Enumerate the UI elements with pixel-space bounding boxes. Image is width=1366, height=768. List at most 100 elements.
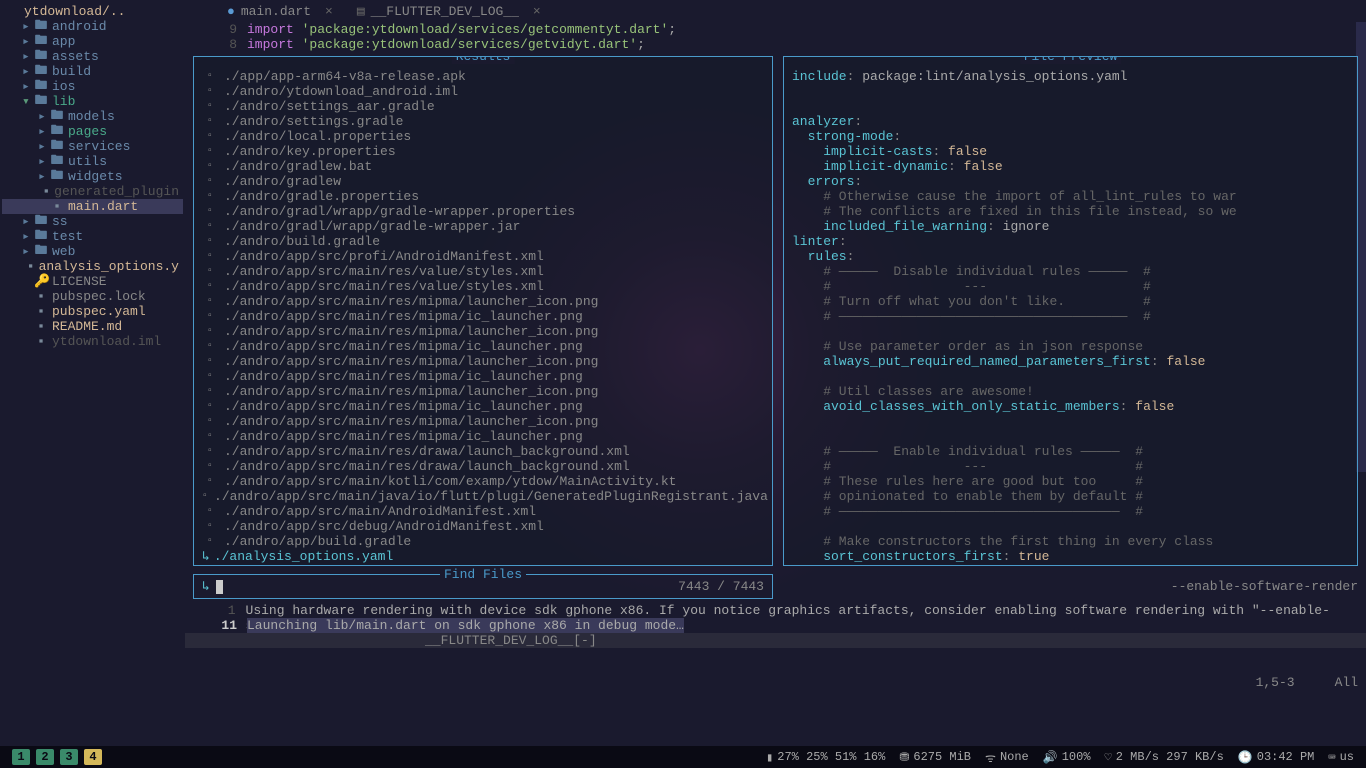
tree-file[interactable]: ▪analysis_options.y: [2, 259, 183, 274]
preview-line: always_put_required_named_parameters_fir…: [792, 354, 1349, 369]
statusbar: 1234 ▮27% 25% 51% 16% ⛃6275 MiB ᯤNone 🔊1…: [0, 746, 1366, 768]
result-item[interactable]: ▫./andro/app/src/main/res/value/styles.x…: [202, 279, 764, 294]
result-item[interactable]: ▫./andro/settings_aar.gradle: [202, 99, 764, 114]
preview-line: [792, 84, 1349, 99]
tree-file[interactable]: ▪pubspec.lock: [2, 289, 183, 304]
result-item[interactable]: ▫./andro/app/src/profi/AndroidManifest.x…: [202, 249, 764, 264]
result-item[interactable]: ▫./andro/app/src/main/res/mipma/ic_launc…: [202, 309, 764, 324]
result-item[interactable]: ▫./andro/gradlew: [202, 174, 764, 189]
result-item[interactable]: ▫./andro/app/src/main/AndroidManifest.xm…: [202, 504, 764, 519]
net-icon: ♡: [1105, 750, 1112, 765]
preview-line: # Turn off what you don't like. #: [792, 294, 1349, 309]
result-item[interactable]: ▫./andro/key.properties: [202, 144, 764, 159]
tree-folder[interactable]: ▾🖿lib: [2, 94, 183, 109]
result-item[interactable]: ▫./andro/app/src/main/res/value/styles.x…: [202, 264, 764, 279]
result-item[interactable]: ▫./andro/gradle.properties: [202, 189, 764, 204]
result-item[interactable]: ▫./app/app-arm64-v8a-release.apk: [202, 69, 764, 84]
tree-folder[interactable]: ▸🖿utils: [2, 154, 183, 169]
preview-line: # ————————————————————————————————————— …: [792, 309, 1349, 324]
tree-folder[interactable]: ▸🖿pages: [2, 124, 183, 139]
preview-line: implicit-casts: false: [792, 144, 1349, 159]
editor-content[interactable]: 9 import 'package:ytdownload/services/ge…: [185, 22, 1366, 52]
preview-line: # --- #: [792, 459, 1349, 474]
preview-line: [792, 519, 1349, 534]
result-item[interactable]: ▫./andro/gradl/wrapp/gradle-wrapper.prop…: [202, 204, 764, 219]
result-count: 7443 / 7443: [678, 579, 764, 594]
result-item[interactable]: ▫./andro/gradlew.bat: [202, 159, 764, 174]
preview-line: [792, 324, 1349, 339]
keyboard-layout-widget: ⌨us: [1328, 750, 1354, 765]
close-icon[interactable]: ×: [533, 4, 541, 19]
find-files-input[interactable]: Find Files ↳ 7443 / 7443: [193, 574, 773, 599]
tab-log[interactable]: ▤ __FLUTTER_DEV_LOG__ ×: [345, 2, 553, 21]
result-item[interactable]: ▫./andro/app/src/debug/AndroidManifest.x…: [202, 519, 764, 534]
render-hint-text: --enable-software-render: [1171, 579, 1358, 594]
result-item[interactable]: ▫./andro/app/src/main/res/mipma/launcher…: [202, 294, 764, 309]
preview-line: errors:: [792, 174, 1349, 189]
result-item[interactable]: ▫./andro/app/src/main/res/drawa/launch_b…: [202, 459, 764, 474]
preview-line: # ———————————————————————————————————— #: [792, 504, 1349, 519]
tree-folder[interactable]: ▸🖿widgets: [2, 169, 183, 184]
preview-line: linter:: [792, 234, 1349, 249]
tree-folder[interactable]: ▸🖿ios: [2, 79, 183, 94]
result-item[interactable]: ▫./andro/settings.gradle: [202, 114, 764, 129]
keyboard-icon: ⌨: [1328, 750, 1335, 765]
result-item[interactable]: ▫./andro/app/src/main/res/mipma/ic_launc…: [202, 369, 764, 384]
tree-file[interactable]: ▪main.dart: [2, 199, 183, 214]
result-item-selected[interactable]: ↳./analysis_options.yaml: [202, 549, 764, 564]
tree-folder[interactable]: ▸🖿app: [2, 34, 183, 49]
panel-title: Results: [452, 56, 515, 64]
workspace-4[interactable]: 4: [84, 749, 102, 765]
result-item[interactable]: ▫./andro/app/build.gradle: [202, 534, 764, 549]
cpu-widget: ▮27% 25% 51% 16%: [766, 750, 885, 765]
log-panel[interactable]: 1 Using hardware rendering with device s…: [185, 603, 1366, 633]
result-item[interactable]: ▫./andro/gradl/wrapp/gradle-wrapper.jar: [202, 219, 764, 234]
preview-line: # Make constructors the first thing in e…: [792, 534, 1349, 549]
tree-folder[interactable]: ▸🖿assets: [2, 49, 183, 64]
result-item[interactable]: ▫./andro/app/src/main/res/mipma/launcher…: [202, 384, 764, 399]
workspace-1[interactable]: 1: [12, 749, 30, 765]
tree-folder[interactable]: ▸🖿android: [2, 19, 183, 34]
result-item[interactable]: ▫./andro/app/src/main/res/mipma/ic_launc…: [202, 399, 764, 414]
result-item[interactable]: ▫./andro/app/src/main/res/mipma/launcher…: [202, 354, 764, 369]
tree-file[interactable]: ▪README.md: [2, 319, 183, 334]
tree-folder[interactable]: ▸🖿ss: [2, 214, 183, 229]
memory-icon: ⛃: [899, 750, 909, 765]
tree-folder[interactable]: ▸🖿services: [2, 139, 183, 154]
editor-tabs: ● main.dart × ▤ __FLUTTER_DEV_LOG__ ×: [185, 0, 1366, 22]
results-panel[interactable]: Results ▫./app/app-arm64-v8a-release.apk…: [193, 56, 773, 566]
file-tree[interactable]: ytdownload/.. ▸🖿android▸🖿app▸🖿assets▸🖿bu…: [0, 0, 185, 730]
tree-file[interactable]: ▪ytdownload.iml: [2, 334, 183, 349]
wifi-icon: ᯤ: [985, 749, 996, 766]
tree-root[interactable]: ytdownload/..: [2, 4, 183, 19]
tree-folder[interactable]: ▸🖿web: [2, 244, 183, 259]
tab-main[interactable]: ● main.dart ×: [215, 2, 345, 21]
search-icon: ↳: [202, 579, 210, 594]
preview-line: # --- #: [792, 279, 1349, 294]
tree-file[interactable]: 🔑LICENSE: [2, 274, 183, 289]
tree-folder[interactable]: ▸🖿test: [2, 229, 183, 244]
volume-icon: 🔊: [1043, 750, 1058, 765]
result-item[interactable]: ▫./andro/ytdownload_android.iml: [202, 84, 764, 99]
result-item[interactable]: ▫./andro/app/src/main/kotli/com/examp/yt…: [202, 474, 764, 489]
tree-folder[interactable]: ▸🖿models: [2, 109, 183, 124]
result-item[interactable]: ▫./andro/app/src/main/res/mipma/ic_launc…: [202, 429, 764, 444]
result-item[interactable]: ▫./andro/app/src/main/res/mipma/ic_launc…: [202, 339, 764, 354]
close-icon[interactable]: ×: [325, 4, 333, 19]
workspace-3[interactable]: 3: [60, 749, 78, 765]
tree-file[interactable]: ▪pubspec.yaml: [2, 304, 183, 319]
result-item[interactable]: ▫./andro/app/src/main/res/mipma/launcher…: [202, 324, 764, 339]
result-item[interactable]: ▫./andro/app/src/main/java/io/flutt/plug…: [202, 489, 764, 504]
preview-line: # Util classes are awesome!: [792, 384, 1349, 399]
result-item[interactable]: ▫./andro/app/src/main/res/mipma/launcher…: [202, 414, 764, 429]
preview-line: # Otherwise cause the import of all_lint…: [792, 189, 1349, 204]
result-item[interactable]: ▫./andro/app/src/main/res/drawa/launch_b…: [202, 444, 764, 459]
file-preview-panel[interactable]: File Preview include: package:lint/analy…: [783, 56, 1358, 566]
result-item[interactable]: ▫./andro/local.properties: [202, 129, 764, 144]
tree-folder[interactable]: ▸🖿build: [2, 64, 183, 79]
workspace-2[interactable]: 2: [36, 749, 54, 765]
tree-file[interactable]: ▪generated_plugin: [2, 184, 183, 199]
result-item[interactable]: ▫./andro/build.gradle: [202, 234, 764, 249]
preview-line: # Use parameter order as in json respons…: [792, 339, 1349, 354]
preview-line: included_file_warning: ignore: [792, 219, 1349, 234]
